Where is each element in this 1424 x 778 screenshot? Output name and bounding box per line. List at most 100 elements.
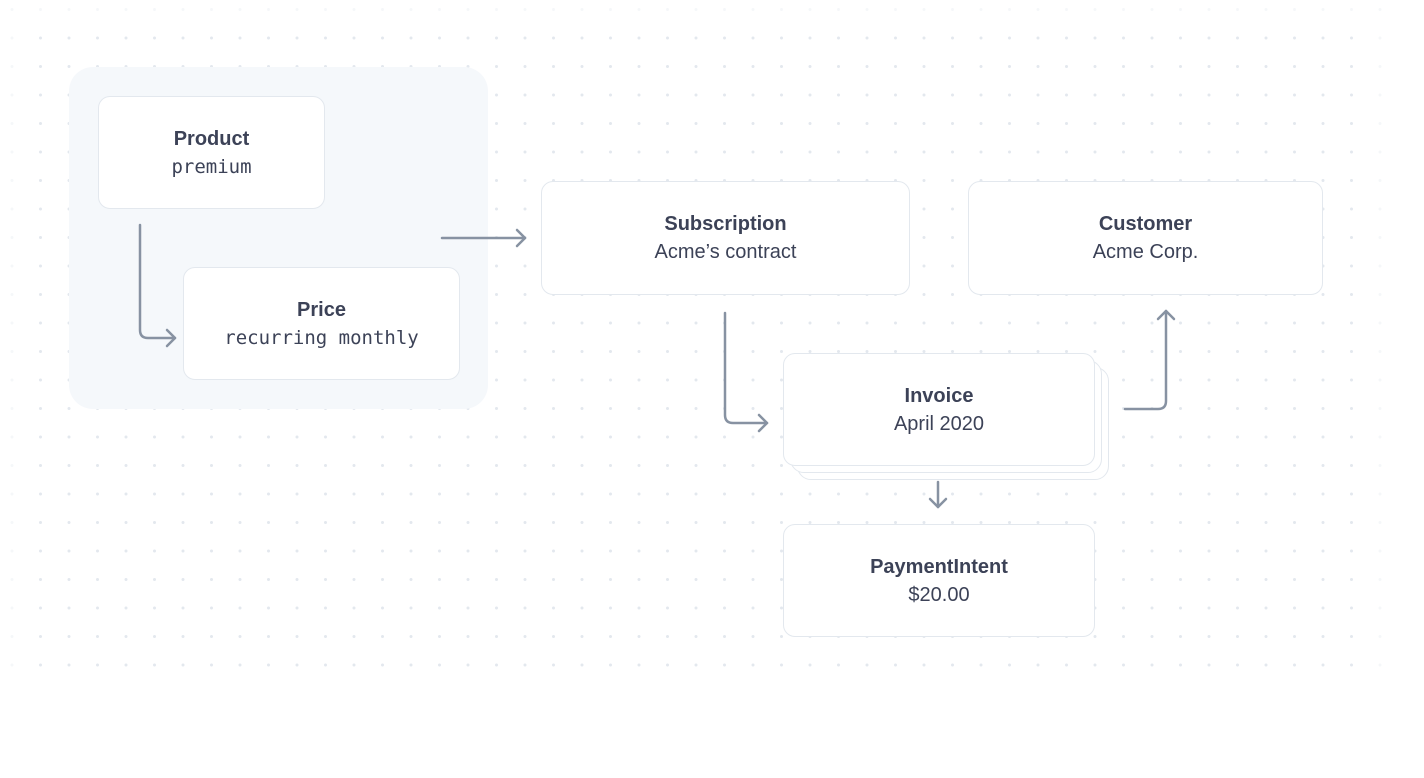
grid-dot <box>580 435 584 439</box>
invoice-node[interactable]: Invoice April 2020 <box>783 353 1095 466</box>
grid-dot <box>1378 378 1382 382</box>
grid-dot <box>324 8 327 11</box>
grid-dot <box>922 207 926 211</box>
grid-dot <box>1207 464 1211 467</box>
grid-dot <box>1350 150 1353 154</box>
grid-dot <box>1036 663 1040 667</box>
grid-dot <box>1236 93 1239 97</box>
grid-dot <box>1293 36 1296 40</box>
subscription-node[interactable]: Subscription Acme’s contract <box>541 181 910 295</box>
grid-dot <box>922 179 926 182</box>
grid-dot <box>466 36 470 40</box>
grid-dot <box>1293 492 1296 496</box>
grid-dot <box>153 521 156 524</box>
grid-dot <box>723 492 726 496</box>
grid-dot <box>1122 36 1125 40</box>
grid-dot <box>1093 350 1097 353</box>
grid-dot <box>124 663 128 667</box>
grid-dot <box>1264 435 1268 439</box>
grid-dot <box>409 549 413 553</box>
grid-dot <box>609 321 612 325</box>
grid-dot <box>837 65 840 68</box>
grid-dot <box>438 36 441 40</box>
product-node[interactable]: Product premium <box>98 96 325 209</box>
grid-dot <box>495 122 498 125</box>
grid-dot <box>409 578 413 581</box>
grid-dot <box>637 663 641 667</box>
grid-dot <box>295 435 299 439</box>
grid-dot <box>1321 378 1325 382</box>
payment-intent-node[interactable]: PaymentIntent $20.00 <box>783 524 1095 637</box>
grid-dot <box>67 549 71 553</box>
grid-dot <box>979 36 983 40</box>
grid-dot <box>1065 93 1068 97</box>
grid-dot <box>10 606 14 610</box>
grid-dot <box>153 663 156 667</box>
grid-dot <box>381 492 384 496</box>
grid-dot <box>1321 635 1325 638</box>
subscription-subtitle: Acme’s contract <box>654 241 797 263</box>
grid-dot <box>1093 150 1097 154</box>
grid-dot <box>210 606 213 610</box>
grid-dot <box>124 464 128 467</box>
grid-dot <box>1378 635 1382 638</box>
grid-dot <box>1264 407 1268 410</box>
grid-dot <box>1321 464 1325 467</box>
grid-dot <box>1236 435 1239 439</box>
grid-dot <box>124 36 128 40</box>
grid-dot <box>1036 150 1040 154</box>
grid-dot <box>1065 8 1068 11</box>
grid-dot <box>580 8 584 11</box>
customer-subtitle: Acme Corp. <box>1092 241 1199 263</box>
grid-dot <box>1236 578 1239 581</box>
grid-dot <box>295 549 299 553</box>
grid-dot <box>1065 150 1068 154</box>
grid-dot <box>751 36 755 40</box>
grid-dot <box>181 606 185 610</box>
grid-dot <box>723 521 726 524</box>
grid-dot <box>1207 93 1211 97</box>
grid-dot <box>1321 150 1325 154</box>
grid-dot <box>39 407 42 410</box>
grid-dot <box>409 492 413 496</box>
grid-dot <box>238 549 242 553</box>
grid-dot <box>1065 122 1068 125</box>
grid-dot <box>1321 350 1325 353</box>
grid-dot <box>894 150 897 154</box>
grid-dot <box>723 663 726 667</box>
grid-dot <box>295 663 299 667</box>
grid-dot <box>808 150 812 154</box>
grid-dot <box>181 8 185 11</box>
grid-dot <box>1179 435 1182 439</box>
grid-dot <box>951 492 954 496</box>
grid-dot <box>979 65 983 68</box>
price-node[interactable]: Price recurring monthly <box>183 267 460 380</box>
grid-dot <box>10 578 14 581</box>
grid-dot <box>1378 606 1382 610</box>
grid-dot <box>495 8 498 11</box>
customer-node[interactable]: Customer Acme Corp. <box>968 181 1323 295</box>
grid-dot <box>1236 150 1239 154</box>
grid-dot <box>1350 93 1353 97</box>
grid-dot <box>438 578 441 581</box>
grid-dot <box>751 578 755 581</box>
grid-dot <box>67 464 71 467</box>
grid-dot <box>780 36 783 40</box>
grid-dot <box>1236 65 1239 68</box>
grid-dot <box>181 663 185 667</box>
grid-dot <box>267 464 270 467</box>
grid-dot <box>780 521 783 524</box>
grid-dot <box>1093 122 1097 125</box>
grid-dot <box>1378 521 1382 524</box>
grid-dot <box>751 606 755 610</box>
grid-dot <box>1378 464 1382 467</box>
grid-dot <box>1350 236 1353 239</box>
grid-dot <box>39 492 42 496</box>
grid-dot <box>1008 93 1011 97</box>
grid-dot <box>1036 122 1040 125</box>
grid-dot <box>609 492 612 496</box>
grid-dot <box>324 464 327 467</box>
grid-dot <box>637 378 641 382</box>
grid-dot <box>466 8 470 11</box>
grid-dot <box>666 578 669 581</box>
